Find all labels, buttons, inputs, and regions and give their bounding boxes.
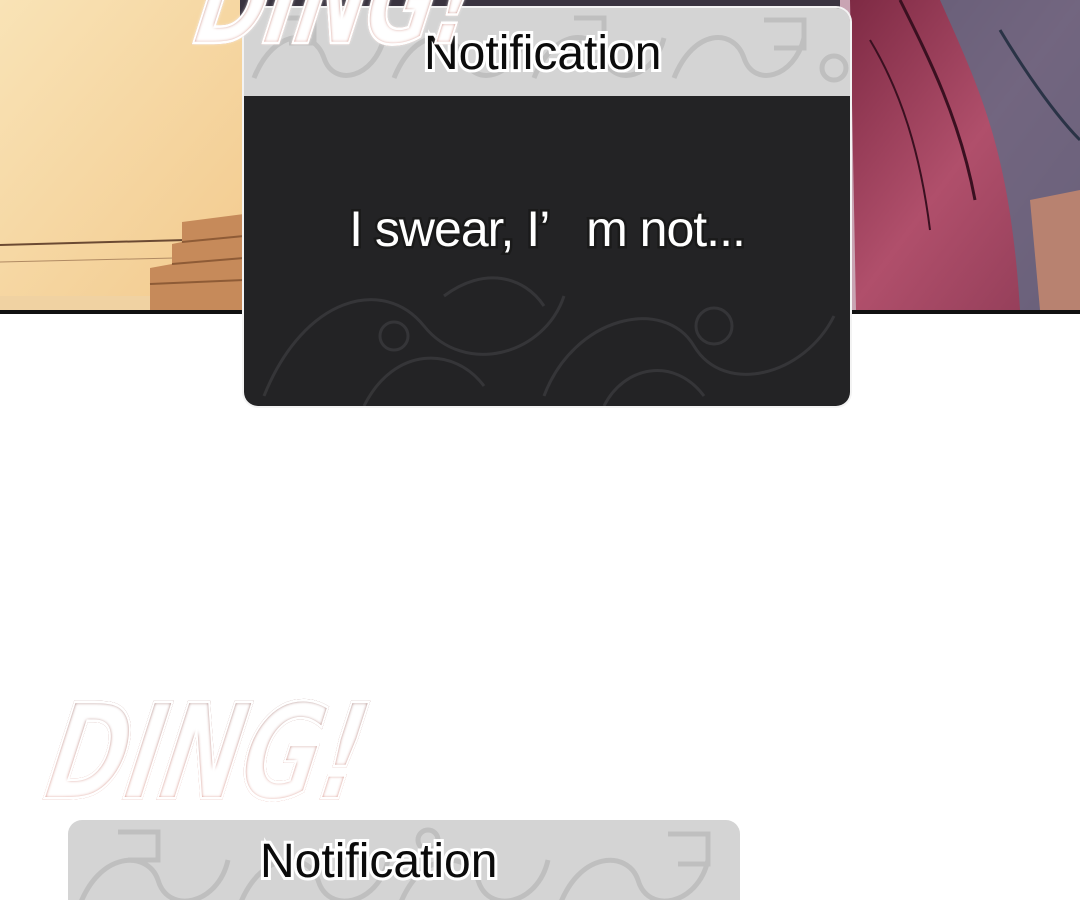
notification-message: I swear, I’ m not... (347, 199, 749, 260)
notification-title-bottom: Notification (257, 832, 500, 891)
ding-sfx-top: DING! (185, 0, 486, 73)
ding-sfx-bottom: DING! (35, 676, 379, 832)
notification-card-bottom: Notification (68, 820, 740, 900)
notification-header-bottom: Notification (68, 820, 740, 900)
comic-page: Notification I swear, I’ m not... DING! (0, 0, 1080, 900)
notification-body: I swear, I’ m not... (244, 96, 850, 406)
